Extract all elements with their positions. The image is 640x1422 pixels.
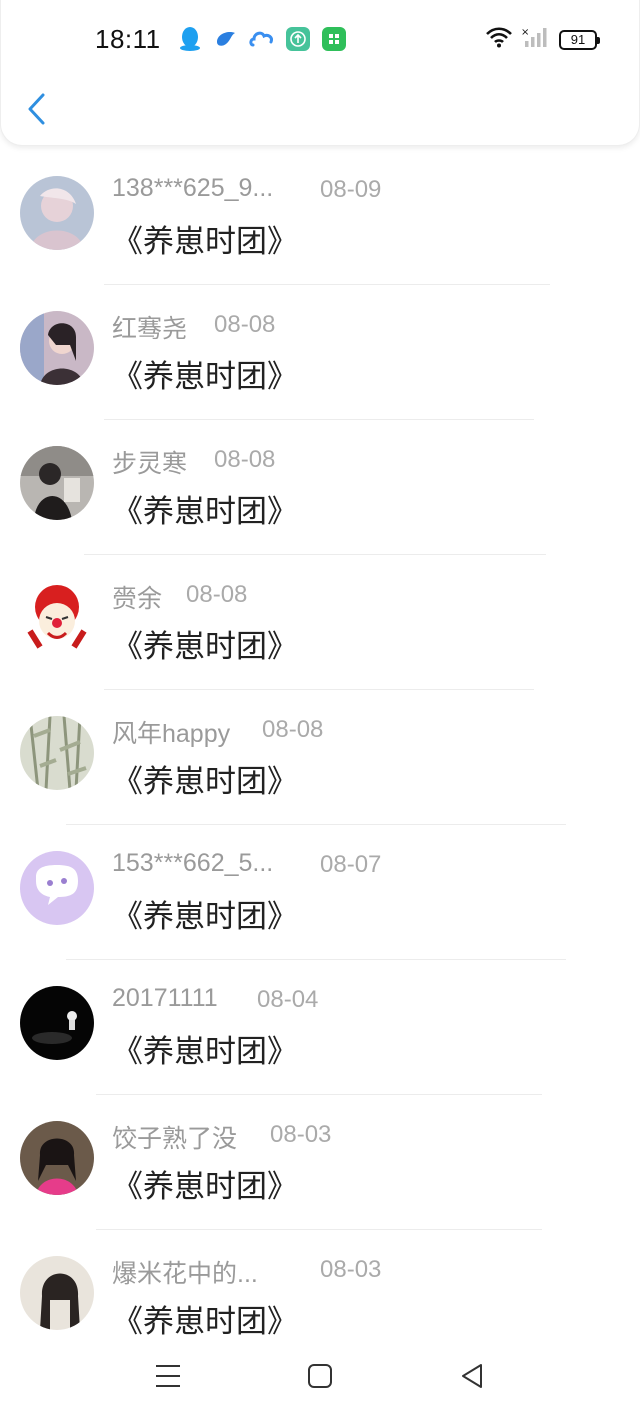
message-text: 《养崽时团》 — [112, 1169, 298, 1204]
avatar[interactable] — [20, 581, 94, 655]
sender-name[interactable]: 153***662_5... — [112, 849, 273, 878]
sender-name[interactable]: 20171111 — [112, 984, 218, 1013]
status-bar: 18:11 × 91 — [1, 0, 640, 80]
cloud-app-icon — [249, 26, 275, 52]
item-date: 08-09 — [320, 176, 382, 203]
sender-name[interactable]: 赍余 — [112, 579, 162, 615]
message-text: 《养崽时团》 — [112, 629, 298, 664]
notification-icons — [177, 26, 347, 52]
message-text: 《养崽时团》 — [112, 494, 298, 529]
avatar[interactable] — [20, 986, 94, 1060]
market-app-icon — [321, 26, 347, 52]
message-text: 《养崽时团》 — [112, 359, 298, 394]
item-date: 08-07 — [320, 851, 382, 878]
sender-name[interactable]: 138***625_9... — [112, 174, 273, 203]
list-item[interactable]: 饺子熟了没 08-03 《养崽时团》 — [0, 1095, 640, 1230]
status-right-icons: × 91 — [485, 26, 600, 53]
item-date: 08-08 — [262, 716, 324, 743]
menu-icon — [154, 1363, 182, 1394]
top-header: 18:11 × 91 — [0, 0, 640, 146]
item-date: 08-08 — [214, 311, 276, 338]
avatar[interactable] — [20, 311, 94, 385]
list-item[interactable]: 红骞尧 08-08 《养崽时团》 — [0, 285, 640, 420]
system-back-button[interactable] — [452, 1361, 492, 1395]
sender-name[interactable]: 步灵寒 — [112, 444, 187, 480]
avatar[interactable] — [20, 1121, 94, 1195]
message-list: 138***625_9... 08-09 《养崽时团》 红骞尧 08-08 《养… — [0, 150, 640, 1365]
message-text: 《养崽时团》 — [112, 1304, 298, 1339]
back-triangle-icon — [459, 1362, 485, 1395]
avatar[interactable] — [20, 851, 94, 925]
status-time: 18:11 — [95, 24, 161, 54]
battery-icon: 91 — [559, 29, 600, 50]
list-item[interactable]: 20171111 08-04 《养崽时团》 — [0, 960, 640, 1095]
sender-name[interactable]: 红骞尧 — [112, 309, 187, 345]
home-button[interactable] — [300, 1361, 340, 1395]
item-date: 08-08 — [186, 581, 248, 608]
system-nav-bar — [0, 1345, 640, 1422]
message-text: 《养崽时团》 — [112, 1034, 298, 1069]
wifi-icon — [485, 26, 513, 53]
list-item[interactable]: 风年happy 08-08 《养崽时团》 — [0, 690, 640, 825]
message-text: 《养崽时团》 — [112, 224, 298, 259]
item-date: 08-03 — [320, 1256, 382, 1283]
recent-apps-button[interactable] — [148, 1361, 188, 1395]
item-date: 08-03 — [270, 1121, 332, 1148]
home-square-icon — [307, 1363, 333, 1394]
avatar[interactable] — [20, 1256, 94, 1330]
upload-app-icon — [285, 26, 311, 52]
list-item[interactable]: 赍余 08-08 《养崽时团》 — [0, 555, 640, 690]
back-button[interactable] — [23, 92, 49, 130]
avatar[interactable] — [20, 176, 94, 250]
message-text: 《养崽时团》 — [112, 899, 298, 934]
list-item[interactable]: 138***625_9... 08-09 《养崽时团》 — [0, 150, 640, 285]
svg-text:×: × — [521, 27, 529, 38]
sender-name[interactable]: 饺子熟了没 — [112, 1119, 237, 1155]
item-date: 08-04 — [257, 986, 319, 1013]
list-item[interactable]: 步灵寒 08-08 《养崽时团》 — [0, 420, 640, 555]
sender-name[interactable]: 风年happy — [112, 714, 230, 750]
signal-icon: × — [521, 26, 551, 53]
qq-icon — [177, 26, 203, 52]
avatar[interactable] — [20, 446, 94, 520]
list-item[interactable]: 153***662_5... 08-07 《养崽时团》 — [0, 825, 640, 960]
item-date: 08-08 — [214, 446, 276, 473]
message-text: 《养崽时团》 — [112, 764, 298, 799]
avatar[interactable] — [20, 716, 94, 790]
bird-app-icon — [213, 26, 239, 52]
chevron-left-icon — [26, 92, 46, 131]
sender-name[interactable]: 爆米花中的... — [112, 1254, 258, 1290]
